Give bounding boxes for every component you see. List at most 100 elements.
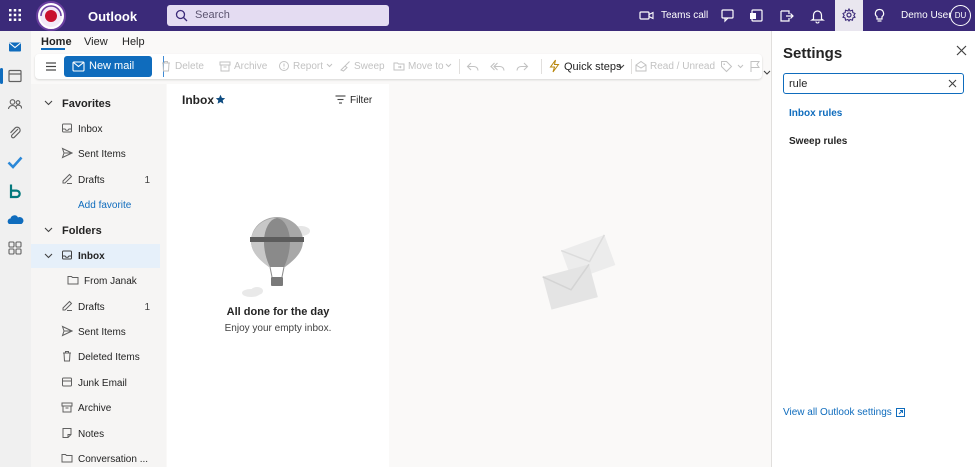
filter-icon [335,95,346,104]
archive-icon [219,61,231,72]
todo-icon[interactable] [6,153,24,171]
favorite-sent-items[interactable]: Sent Items [31,142,160,166]
settings-result-inbox-rules[interactable]: Inbox rules [789,108,842,119]
forward-icon[interactable] [516,61,529,72]
view-all-settings-link[interactable]: View all Outlook settings [783,407,905,418]
folder-notes[interactable]: Notes [31,422,160,446]
message-list-title: Inbox [182,93,214,107]
hamburger-menu-icon[interactable] [44,60,58,73]
folder-deleted-items[interactable]: Deleted Items [31,345,160,369]
unread-count: 1 [144,175,150,186]
quick-steps-button[interactable]: Quick steps [548,59,626,75]
people-icon[interactable] [6,95,24,113]
delete-button[interactable]: Delete [160,59,206,75]
more-apps-icon[interactable] [6,239,24,257]
ribbon-tabs: Home View Help [31,31,771,53]
favorite-inbox[interactable]: Inbox [31,117,160,141]
read-unread-button[interactable]: Read / Unread [635,59,715,75]
teams-call-button[interactable]: Teams call [661,10,708,21]
app-rail [0,31,31,467]
filter-button[interactable]: Filter [335,94,380,108]
search-icon [175,9,188,22]
app-launcher-icon[interactable] [6,6,24,24]
chevron-down-icon [44,227,53,233]
command-separator [631,59,632,74]
sweep-button[interactable]: Sweep [339,59,385,75]
close-icon[interactable] [956,45,967,56]
empty-state-title: All done for the day [226,306,330,318]
unread-count: 1 [144,302,150,313]
open-external-icon [895,407,905,417]
add-favorite-link[interactable]: Add favorite [31,193,160,217]
tab-help[interactable]: Help [122,36,145,48]
folders-header[interactable]: Folders [31,218,160,242]
trash-icon [63,351,71,362]
calendar-icon[interactable] [6,67,24,85]
send-icon [61,147,73,159]
notifications-icon[interactable] [809,7,826,24]
draft-icon [62,300,73,311]
lightbulb-icon[interactable] [871,7,888,24]
app-title[interactable]: Outlook [88,9,137,24]
tab-view[interactable]: View [84,36,108,48]
settings-panel: Settings Inbox rules Sweep rules View al… [771,31,975,467]
reply-icon[interactable] [466,61,479,72]
new-mail-label: New mail [89,60,135,72]
hot-air-balloon-illustration [242,217,310,297]
chat-icon[interactable] [719,7,736,24]
move-to-button[interactable]: Move to [393,59,453,75]
tag-icon[interactable] [720,60,733,73]
folder-conversation-history[interactable]: Conversation ... [31,447,160,467]
favorite-drafts[interactable]: Drafts 1 [31,168,160,192]
share-icon[interactable] [778,7,795,24]
chevron-down-icon[interactable] [737,64,744,69]
bookings-icon[interactable] [6,182,24,200]
archive-button[interactable]: Archive [219,59,267,75]
folder-icon [61,454,73,463]
inbox-icon [62,123,72,133]
junk-icon [62,377,72,387]
mail-icon[interactable] [6,38,24,56]
chevron-down-icon [618,64,625,69]
office-apps-icon[interactable] [748,7,765,24]
new-mail-button[interactable]: New mail [64,56,177,77]
folder-inbox[interactable]: Inbox [31,244,160,268]
folder-from-janak[interactable]: From Janak [31,269,160,293]
move-folder-icon [393,62,405,71]
search-box[interactable]: Search [167,5,389,26]
compose-mail-icon [72,61,85,72]
envelopes-illustration [542,234,616,310]
video-call-icon[interactable] [638,7,655,24]
settings-search-input[interactable] [789,76,939,91]
folder-archive[interactable]: Archive [31,396,160,420]
folder-junk-email[interactable]: Junk Email [31,371,160,395]
flag-icon[interactable] [749,60,761,73]
command-bar: New mail Delete Archive Report Sweep Mov… [35,54,762,79]
empty-state-subtitle: Enjoy your empty inbox. [224,323,332,334]
avatar[interactable]: DU [950,5,971,26]
command-separator [541,59,542,74]
reply-all-icon[interactable] [490,61,505,72]
folder-sent-items[interactable]: Sent Items [31,320,160,344]
settings-button[interactable] [835,0,863,31]
settings-search-box[interactable] [783,73,964,94]
settings-result-sweep-rules[interactable]: Sweep rules [789,136,847,147]
clear-search-icon[interactable] [948,79,957,88]
tab-active-indicator [41,48,65,50]
attachment-icon[interactable] [6,124,24,142]
chevron-down-icon [44,100,53,106]
tab-home[interactable]: Home [41,36,72,48]
onedrive-icon[interactable] [6,211,24,229]
chevron-down-icon [445,63,452,68]
favorites-header[interactable]: Favorites [31,91,160,115]
folder-drafts[interactable]: Drafts 1 [31,295,160,319]
user-name[interactable]: Demo User [901,10,952,21]
command-separator [459,59,460,74]
report-button[interactable]: Report [278,59,334,75]
settings-title: Settings [783,45,843,62]
message-list: Inbox Filter All done for the day Enjoy … [167,84,389,467]
chevron-down-icon[interactable] [44,253,53,259]
search-placeholder: Search [195,9,230,21]
favorite-star-icon[interactable] [215,94,226,105]
expand-ribbon-chevron-icon[interactable] [763,70,771,76]
